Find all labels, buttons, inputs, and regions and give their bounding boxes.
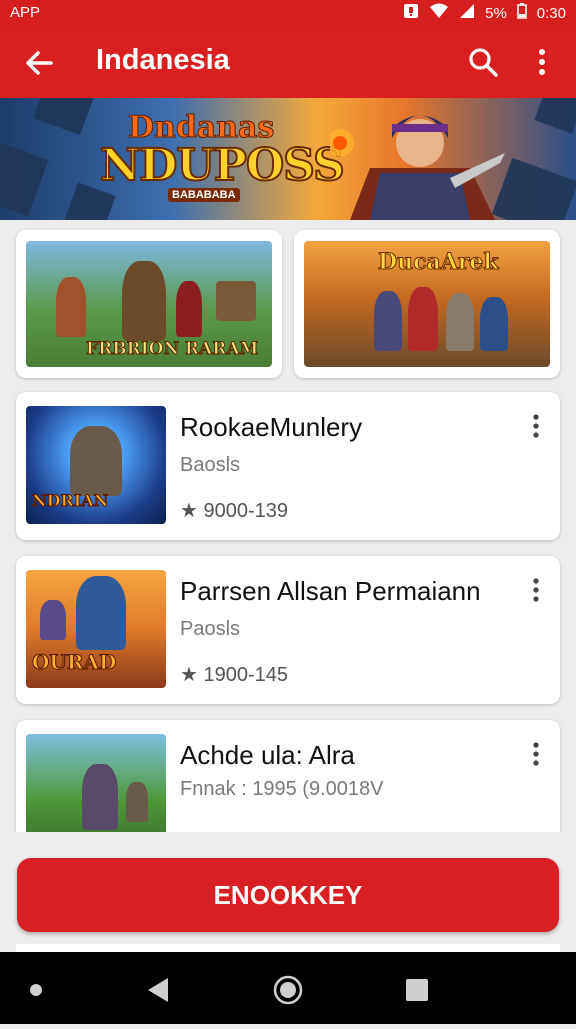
featured-card-1[interactable]: FRBRION RARAM [16, 230, 282, 378]
home-nav-icon[interactable] [273, 975, 303, 1005]
notification-icon [403, 3, 419, 23]
back-arrow-icon[interactable] [22, 46, 56, 80]
thumbnail-caption: NDRIAN [31, 491, 109, 511]
wifi-icon [429, 3, 449, 23]
banner-hero-image [330, 115, 505, 220]
search-icon[interactable] [466, 45, 500, 79]
promo-banner[interactable]: Dndanas NDUPOSS BABABABA [0, 98, 576, 220]
primary-action-button[interactable]: ENOOKKEY [17, 858, 559, 932]
status-icons: 5% 0:30 [403, 3, 566, 23]
featured-title-2: DucaArek [378, 249, 500, 276]
signal-icon [459, 3, 475, 23]
item-menu-icon[interactable] [528, 576, 544, 606]
page-title: Indanesia [96, 44, 230, 76]
game-category: Fnnak : 1995 (9.0018V [180, 778, 384, 800]
banner-logo-tag: BABABABA [168, 188, 240, 202]
featured-card-2[interactable]: DucaArek [294, 230, 560, 378]
item-menu-icon[interactable] [528, 412, 544, 442]
recents-nav-icon[interactable] [406, 979, 428, 1001]
game-rating: ★ 1900-145 [180, 664, 289, 686]
game-title: Parrsen Allsan Permaiann [180, 576, 481, 606]
battery-percent: 5% [485, 4, 507, 22]
overflow-menu-icon[interactable] [530, 45, 554, 79]
item-menu-icon[interactable] [528, 740, 544, 770]
game-category: Paosls [180, 618, 241, 640]
thumbnail-caption: OURAD [31, 650, 117, 675]
status-app-label: APP [10, 4, 41, 21]
game-category: Baosls [180, 454, 241, 476]
back-nav-icon[interactable] [148, 978, 168, 1002]
game-title: RookaeMunlery [180, 412, 363, 442]
game-rating: ★ 9000-139 [180, 500, 289, 522]
assistant-dot-icon[interactable] [30, 984, 42, 996]
featured-art-1: FRBRION RARAM [26, 241, 272, 367]
list-item[interactable]: OURAD Parrsen Allsan Permaiann Paosls ★ … [16, 556, 560, 704]
list-item[interactable]: NDRIAN RookaeMunlery Baosls ★ 9000-139 [16, 392, 560, 540]
featured-title-1: FRBRION RARAM [85, 339, 259, 360]
app-bar: Indanesia [0, 26, 576, 98]
game-title: Achde ula: Alra [180, 740, 355, 770]
clock: 0:30 [536, 4, 566, 22]
next-list-item-peek [16, 944, 560, 952]
battery-icon [517, 3, 527, 23]
game-thumbnail: NDRIAN [26, 406, 166, 524]
system-nav-bar [0, 952, 576, 1024]
featured-art-2: DucaArek [304, 241, 550, 367]
game-thumbnail: OURAD [26, 570, 166, 688]
status-bar: APP 5% 0:30 [0, 0, 576, 26]
banner-logo-main: NDUPOSS [99, 139, 346, 192]
